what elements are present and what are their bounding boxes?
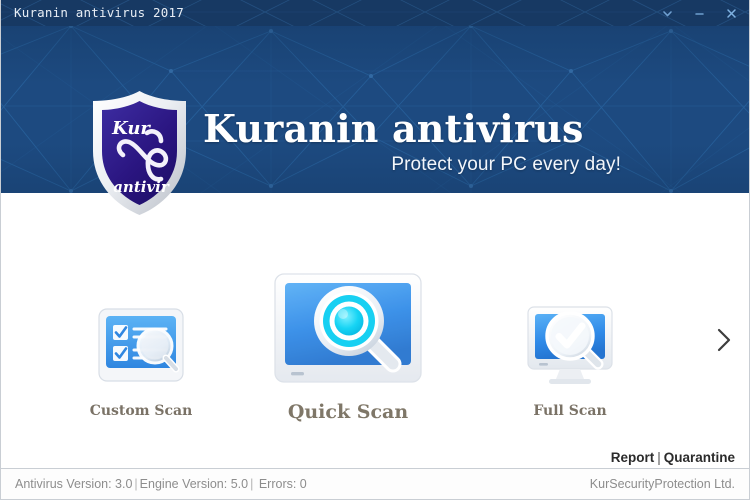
- minimize-icon[interactable]: [683, 0, 715, 26]
- custom-scan-label: Custom Scan: [89, 403, 193, 419]
- footer-links: Report | Quarantine: [611, 450, 735, 465]
- close-icon[interactable]: [715, 0, 747, 26]
- window-title: Kuranin antivirus 2017: [14, 5, 184, 20]
- report-link[interactable]: Report: [611, 450, 655, 465]
- custom-scan-button[interactable]: Custom Scan: [71, 303, 211, 419]
- checklist-magnifier-icon: [96, 303, 186, 393]
- monitor-target-magnifier-icon: [267, 271, 429, 391]
- brand-tagline: Protect your PC every day!: [391, 154, 621, 175]
- brand-title: Kuranin antivirus: [203, 106, 584, 151]
- scan-options-area: Custom Scan Quick Scan Full Scan: [1, 193, 749, 466]
- shield-logo-icon: Kur antivir: [87, 89, 192, 217]
- status-sep-1: |: [134, 477, 138, 491]
- quarantine-link[interactable]: Quarantine: [664, 450, 735, 465]
- status-bar: Antivirus Version: 3.0 | Engine Version: 5…: [1, 468, 749, 499]
- quick-scan-label: Quick Scan: [287, 401, 409, 423]
- chevron-right-icon[interactable]: [709, 320, 739, 360]
- monitor-check-magnifier-icon: [516, 303, 624, 395]
- brand-block: Kuranin antivirus Protect your PC every …: [203, 110, 623, 176]
- engine-version-text: Engine Version: 5.0: [139, 477, 249, 491]
- antivirus-version-text: Antivirus Version: 3.0: [15, 477, 133, 491]
- window-controls: [651, 0, 747, 26]
- errors-text: Errors: 0: [258, 477, 307, 491]
- full-scan-button[interactable]: Full Scan: [501, 303, 639, 419]
- status-versions: Antivirus Version: 3.0 | Engine Version: 5…: [15, 477, 307, 491]
- chevron-down-icon[interactable]: [651, 0, 683, 26]
- app-window: Kuranin antivirus 2017 Kur antivir Kuran…: [0, 0, 750, 500]
- company-name: KurSecurityProtection Ltd.: [589, 477, 735, 491]
- quick-scan-button[interactable]: Quick Scan: [267, 271, 429, 423]
- logo-bottom-text: antivir: [113, 178, 170, 196]
- logo-top-text: Kur: [111, 118, 151, 139]
- status-sep-2: |: [250, 477, 254, 491]
- title-bar: Kuranin antivirus 2017: [1, 0, 749, 26]
- full-scan-label: Full Scan: [533, 403, 607, 419]
- links-separator: |: [657, 450, 661, 465]
